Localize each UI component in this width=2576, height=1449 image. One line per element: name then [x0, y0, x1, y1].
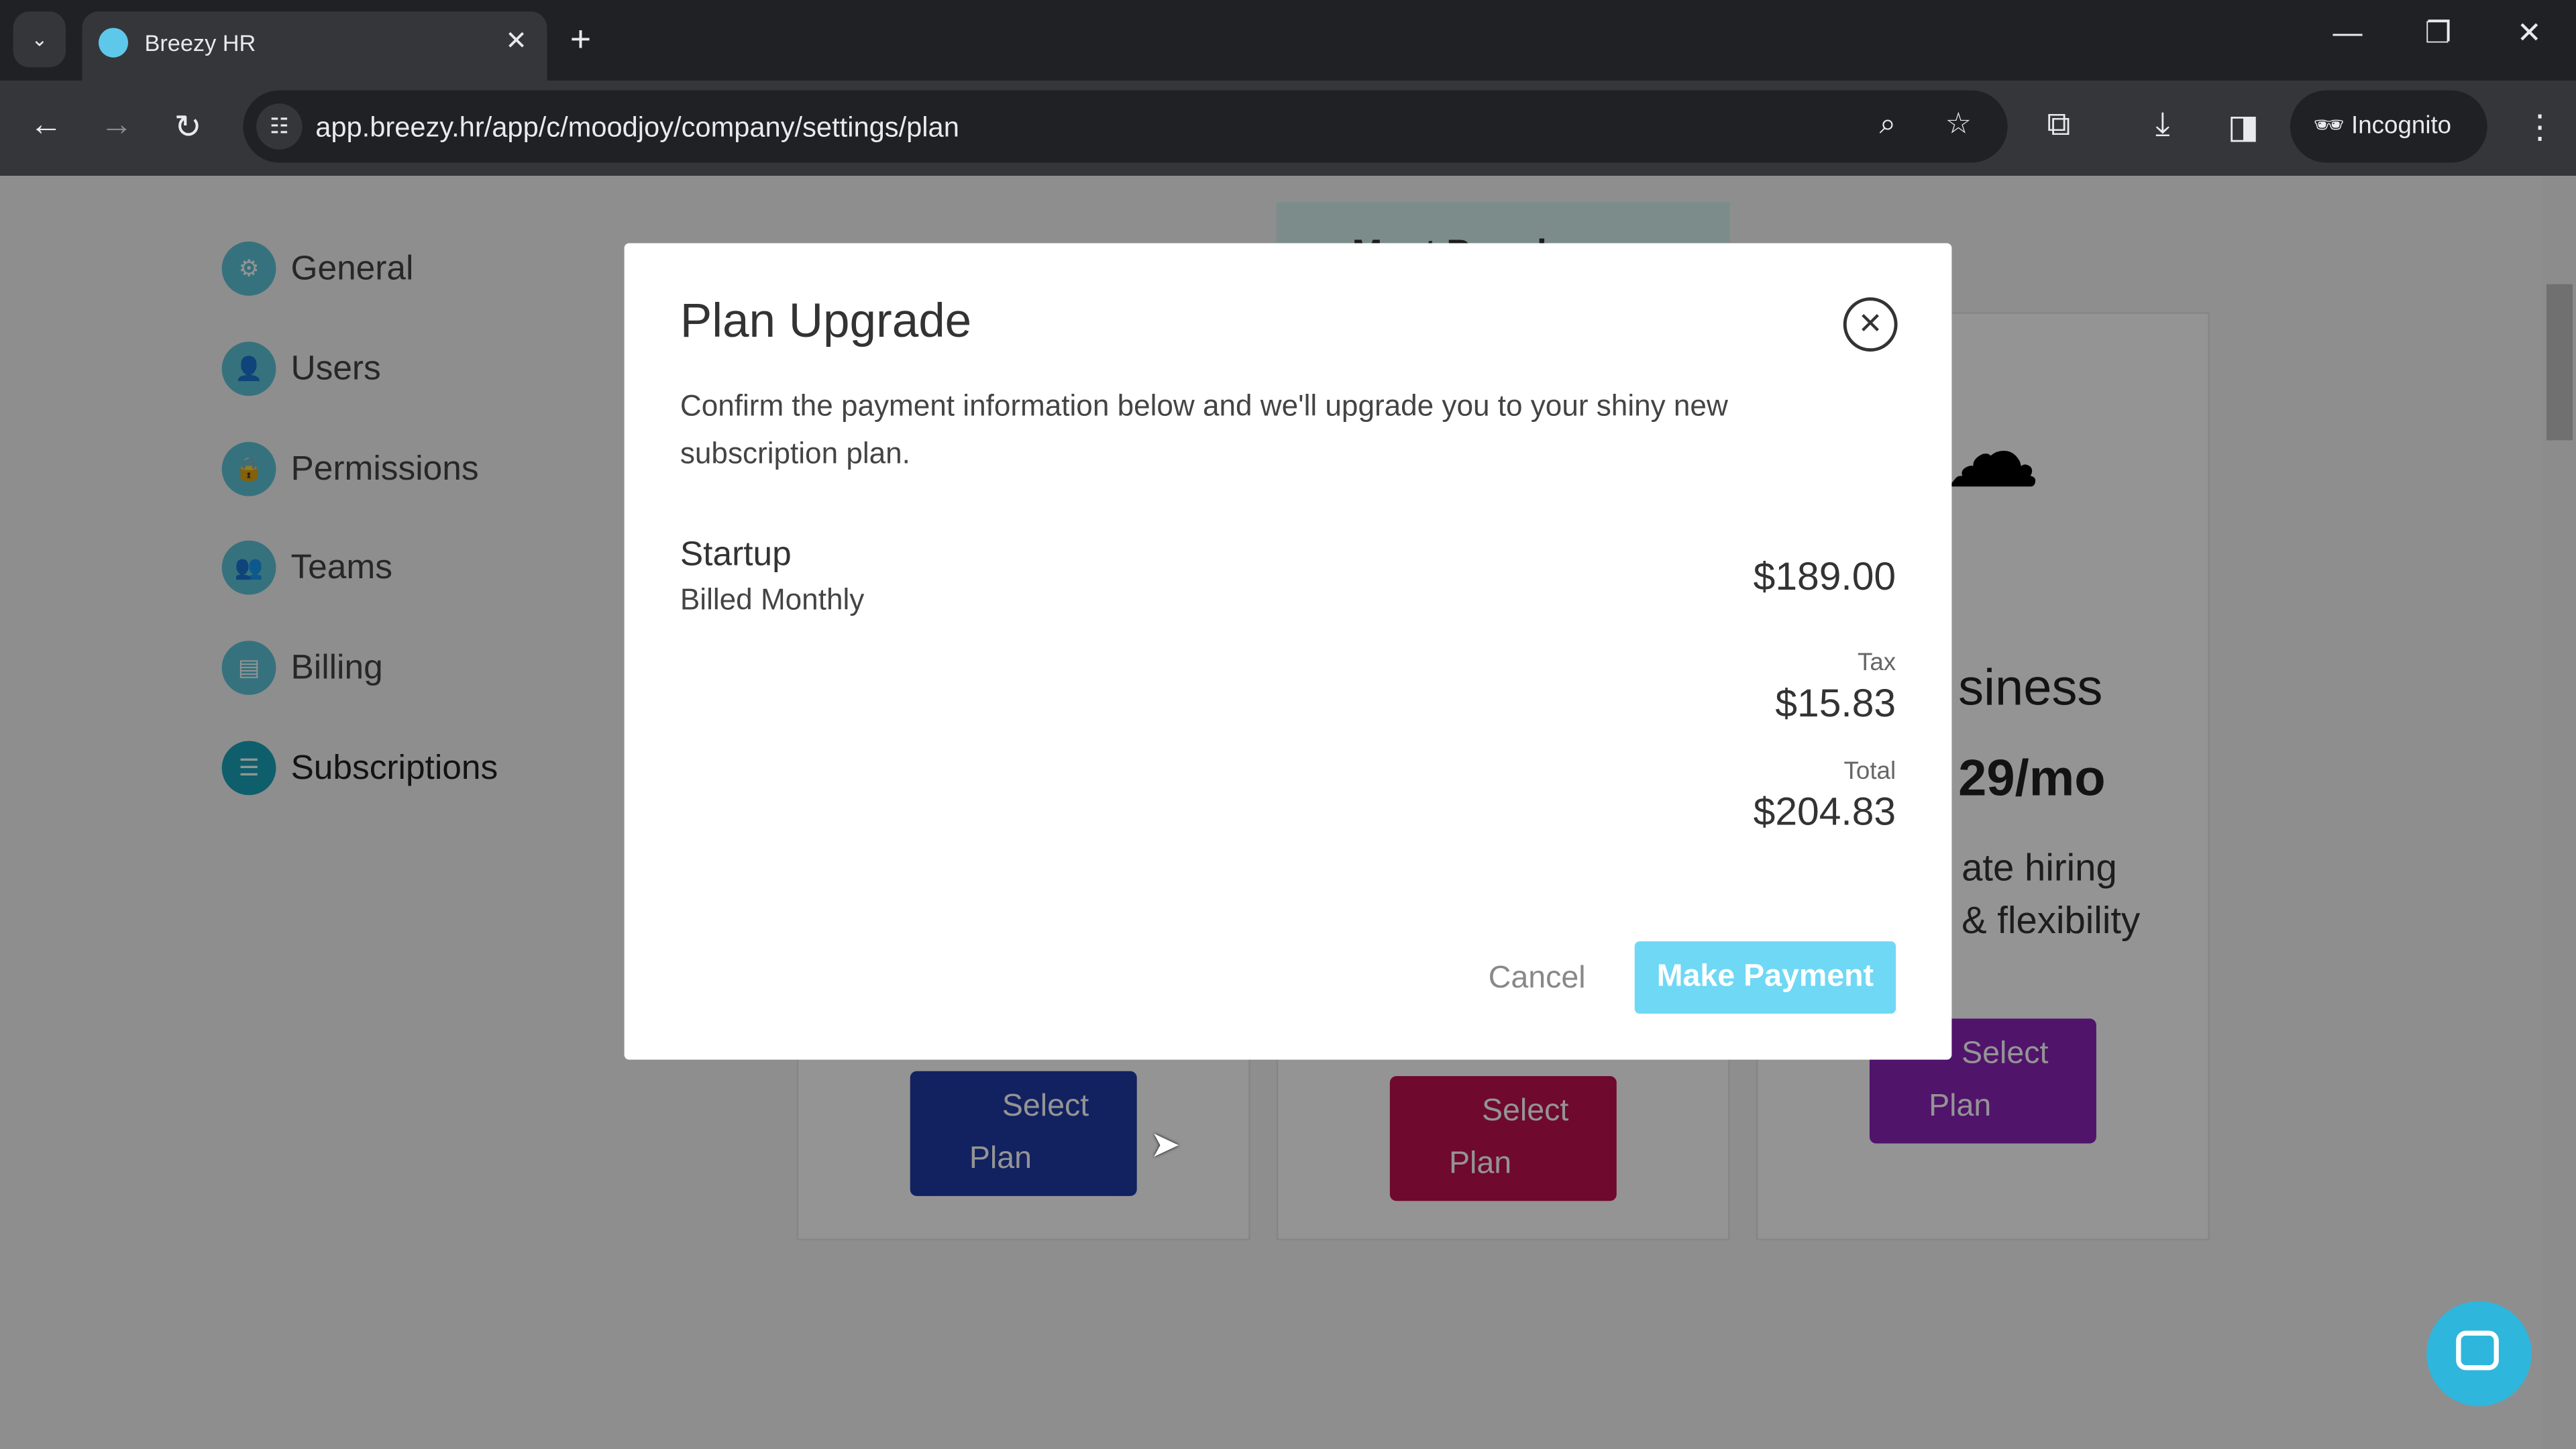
tax-amount: $15.83: [1775, 682, 1896, 727]
forward-button[interactable]: →: [100, 107, 133, 144]
tab-title: Breezy HR: [144, 30, 256, 56]
reload-button[interactable]: ↻: [174, 107, 202, 148]
close-icon[interactable]: ✕: [1843, 297, 1898, 352]
breezy-favicon-icon: [98, 28, 129, 58]
minimize-button[interactable]: —: [2333, 16, 2363, 50]
site-settings-icon[interactable]: ☷: [256, 103, 303, 150]
restore-button[interactable]: ❐: [2425, 16, 2452, 50]
cancel-button[interactable]: Cancel: [1489, 961, 1586, 998]
chat-icon: [2456, 1330, 2499, 1371]
menu-icon[interactable]: ⋮: [2524, 107, 2557, 148]
zoom-icon[interactable]: ⌕: [1880, 107, 1896, 141]
close-tab-icon[interactable]: ✕: [505, 25, 527, 58]
incognito-label: Incognito: [2351, 111, 2452, 140]
incognito-badge[interactable]: 🕶 Incognito: [2290, 90, 2487, 163]
back-button[interactable]: ←: [30, 107, 62, 144]
total-amount: $204.83: [1753, 790, 1896, 835]
modal-title: Plan Upgrade: [680, 295, 972, 349]
browser-tab[interactable]: Breezy HR ✕: [82, 11, 547, 81]
modal-description: Confirm the payment information below an…: [680, 389, 1728, 470]
total-label: Total: [1843, 757, 1896, 786]
browser-chrome: ⌄ Breezy HR ✕ + — ❐ ✕ ← → ↻ ☷ app.breezy…: [0, 0, 2576, 176]
close-window-button[interactable]: ✕: [2517, 16, 2542, 50]
billing-cycle: Billed Monthly: [680, 583, 865, 616]
chat-widget-button[interactable]: [2426, 1301, 2532, 1407]
incognito-icon: 🕶: [2313, 111, 2345, 140]
tab-search-button[interactable]: ⌄: [13, 11, 66, 68]
url-text: app.breezy.hr/app/c/moodjoy/company/sett…: [315, 111, 959, 144]
side-panel-icon[interactable]: ◨: [2228, 107, 2259, 148]
tax-label: Tax: [1857, 649, 1896, 677]
make-payment-button[interactable]: Make Payment: [1634, 941, 1896, 1014]
plan-name: Startup: [680, 535, 792, 574]
download-icon[interactable]: ⤓: [2155, 107, 2170, 144]
extensions-icon[interactable]: ⧉: [2047, 107, 2070, 144]
plan-price: $189.00: [1753, 555, 1896, 600]
plan-upgrade-modal: Plan Upgrade ✕ Confirm the payment infor…: [624, 243, 1952, 1060]
address-bar[interactable]: ☷ app.breezy.hr/app/c/moodjoy/company/se…: [243, 90, 2008, 163]
bookmark-star-icon[interactable]: ☆: [1945, 107, 1972, 141]
mouse-cursor-icon: ➤: [1150, 1124, 1181, 1165]
new-tab-button[interactable]: +: [570, 18, 591, 61]
